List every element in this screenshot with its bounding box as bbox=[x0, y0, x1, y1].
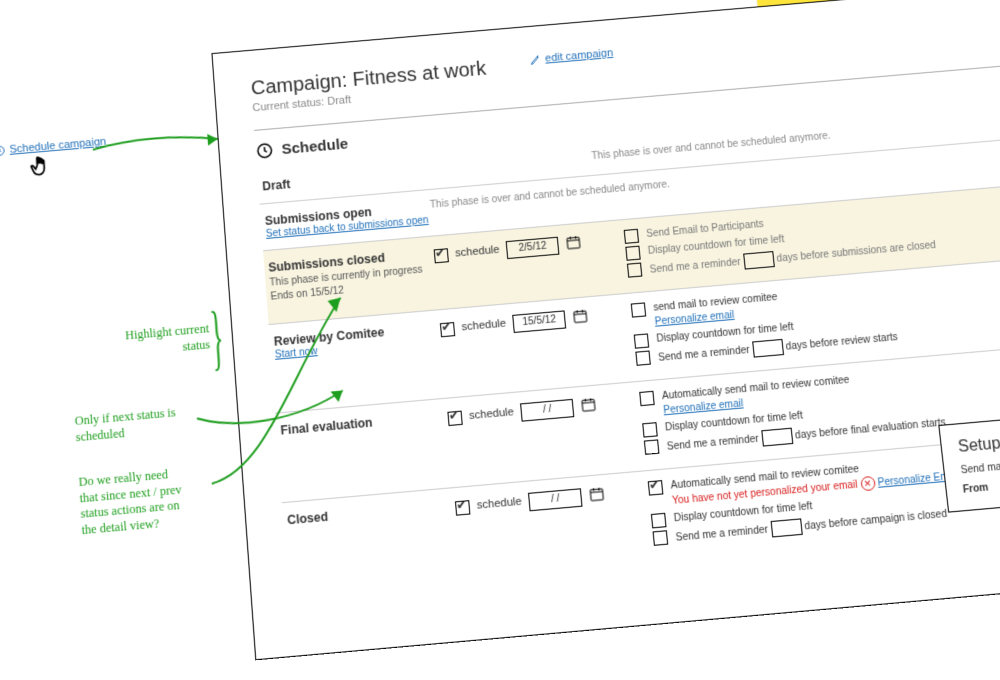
schedule-date-input[interactable]: 15/5/12 bbox=[512, 310, 566, 333]
opt-email-checkbox[interactable] bbox=[639, 391, 655, 406]
schedule-campaign-label[interactable]: Schedule campaign bbox=[9, 136, 106, 156]
schedule-label: schedule bbox=[461, 318, 506, 334]
opt-countdown-checkbox[interactable] bbox=[625, 246, 640, 261]
setup-row: From bbox=[962, 474, 1000, 496]
opt-reminder-checkbox[interactable] bbox=[627, 263, 642, 278]
calendar-icon[interactable] bbox=[580, 396, 598, 417]
brace-icon: } bbox=[208, 295, 226, 379]
calendar-icon[interactable] bbox=[572, 307, 590, 327]
reminder-days-input[interactable] bbox=[743, 251, 775, 270]
schedule-checkbox[interactable] bbox=[447, 410, 462, 425]
opt-email-checkbox[interactable] bbox=[624, 229, 639, 244]
annotation-only-if: Only if next status is scheduled bbox=[74, 405, 177, 445]
schedule-label: schedule bbox=[455, 244, 500, 260]
start-now-link[interactable]: Start now bbox=[275, 346, 318, 361]
schedule-checkbox[interactable] bbox=[455, 500, 470, 516]
annotation-highlight: Highlight current status bbox=[125, 321, 211, 360]
phase-title: Review by Comitee bbox=[273, 320, 440, 349]
setup-row: Send ma bbox=[960, 454, 1000, 476]
reminder-days-input[interactable] bbox=[752, 339, 784, 358]
annotation-do-we: Do we really need that since next / prev… bbox=[78, 466, 184, 539]
opt-reminder-checkbox[interactable] bbox=[635, 351, 650, 366]
schedule-date-input[interactable]: / / bbox=[528, 488, 583, 511]
phase-title: Closed bbox=[287, 498, 456, 527]
schedule-label: schedule bbox=[469, 407, 515, 423]
hand-cursor-icon bbox=[28, 153, 54, 182]
calendar-icon[interactable] bbox=[588, 485, 606, 506]
reminder-days-input[interactable] bbox=[761, 428, 793, 447]
edit-campaign-link[interactable]: edit campaign bbox=[529, 47, 614, 66]
clock-icon bbox=[255, 141, 274, 160]
schedule-checkbox[interactable] bbox=[434, 248, 449, 263]
campaign-schedule-window: Campaign: Fitness at work Current status… bbox=[211, 0, 1000, 660]
clock-icon bbox=[0, 144, 6, 157]
phase-title: Final evaluation bbox=[280, 409, 448, 438]
setup-title: Setup bbox=[957, 428, 1000, 457]
setup-window: Setup Send ma From bbox=[938, 411, 1000, 512]
schedule-campaign-link[interactable]: Schedule campaign bbox=[0, 136, 106, 157]
opt-email-checkbox[interactable] bbox=[648, 480, 664, 496]
pencil-icon bbox=[529, 53, 542, 66]
arrow-annotation-icon bbox=[92, 120, 234, 171]
opt-countdown-checkbox[interactable] bbox=[634, 333, 649, 348]
opt-countdown-checkbox[interactable] bbox=[651, 512, 667, 528]
schedule-label: schedule bbox=[476, 496, 522, 512]
error-icon: ✕ bbox=[860, 476, 876, 492]
phase-title: Draft bbox=[262, 165, 428, 193]
opt-countdown-checkbox[interactable] bbox=[642, 422, 658, 437]
schedule-date-input[interactable]: 2/5/12 bbox=[506, 236, 560, 258]
opt-reminder-checkbox[interactable] bbox=[653, 530, 669, 546]
schedule-date-input[interactable]: / / bbox=[520, 398, 574, 421]
calendar-icon[interactable] bbox=[565, 234, 583, 254]
schedule-checkbox[interactable] bbox=[440, 322, 455, 337]
reminder-days-input[interactable] bbox=[770, 518, 802, 537]
opt-email-checkbox[interactable] bbox=[631, 302, 646, 317]
opt-reminder-checkbox[interactable] bbox=[644, 439, 660, 454]
